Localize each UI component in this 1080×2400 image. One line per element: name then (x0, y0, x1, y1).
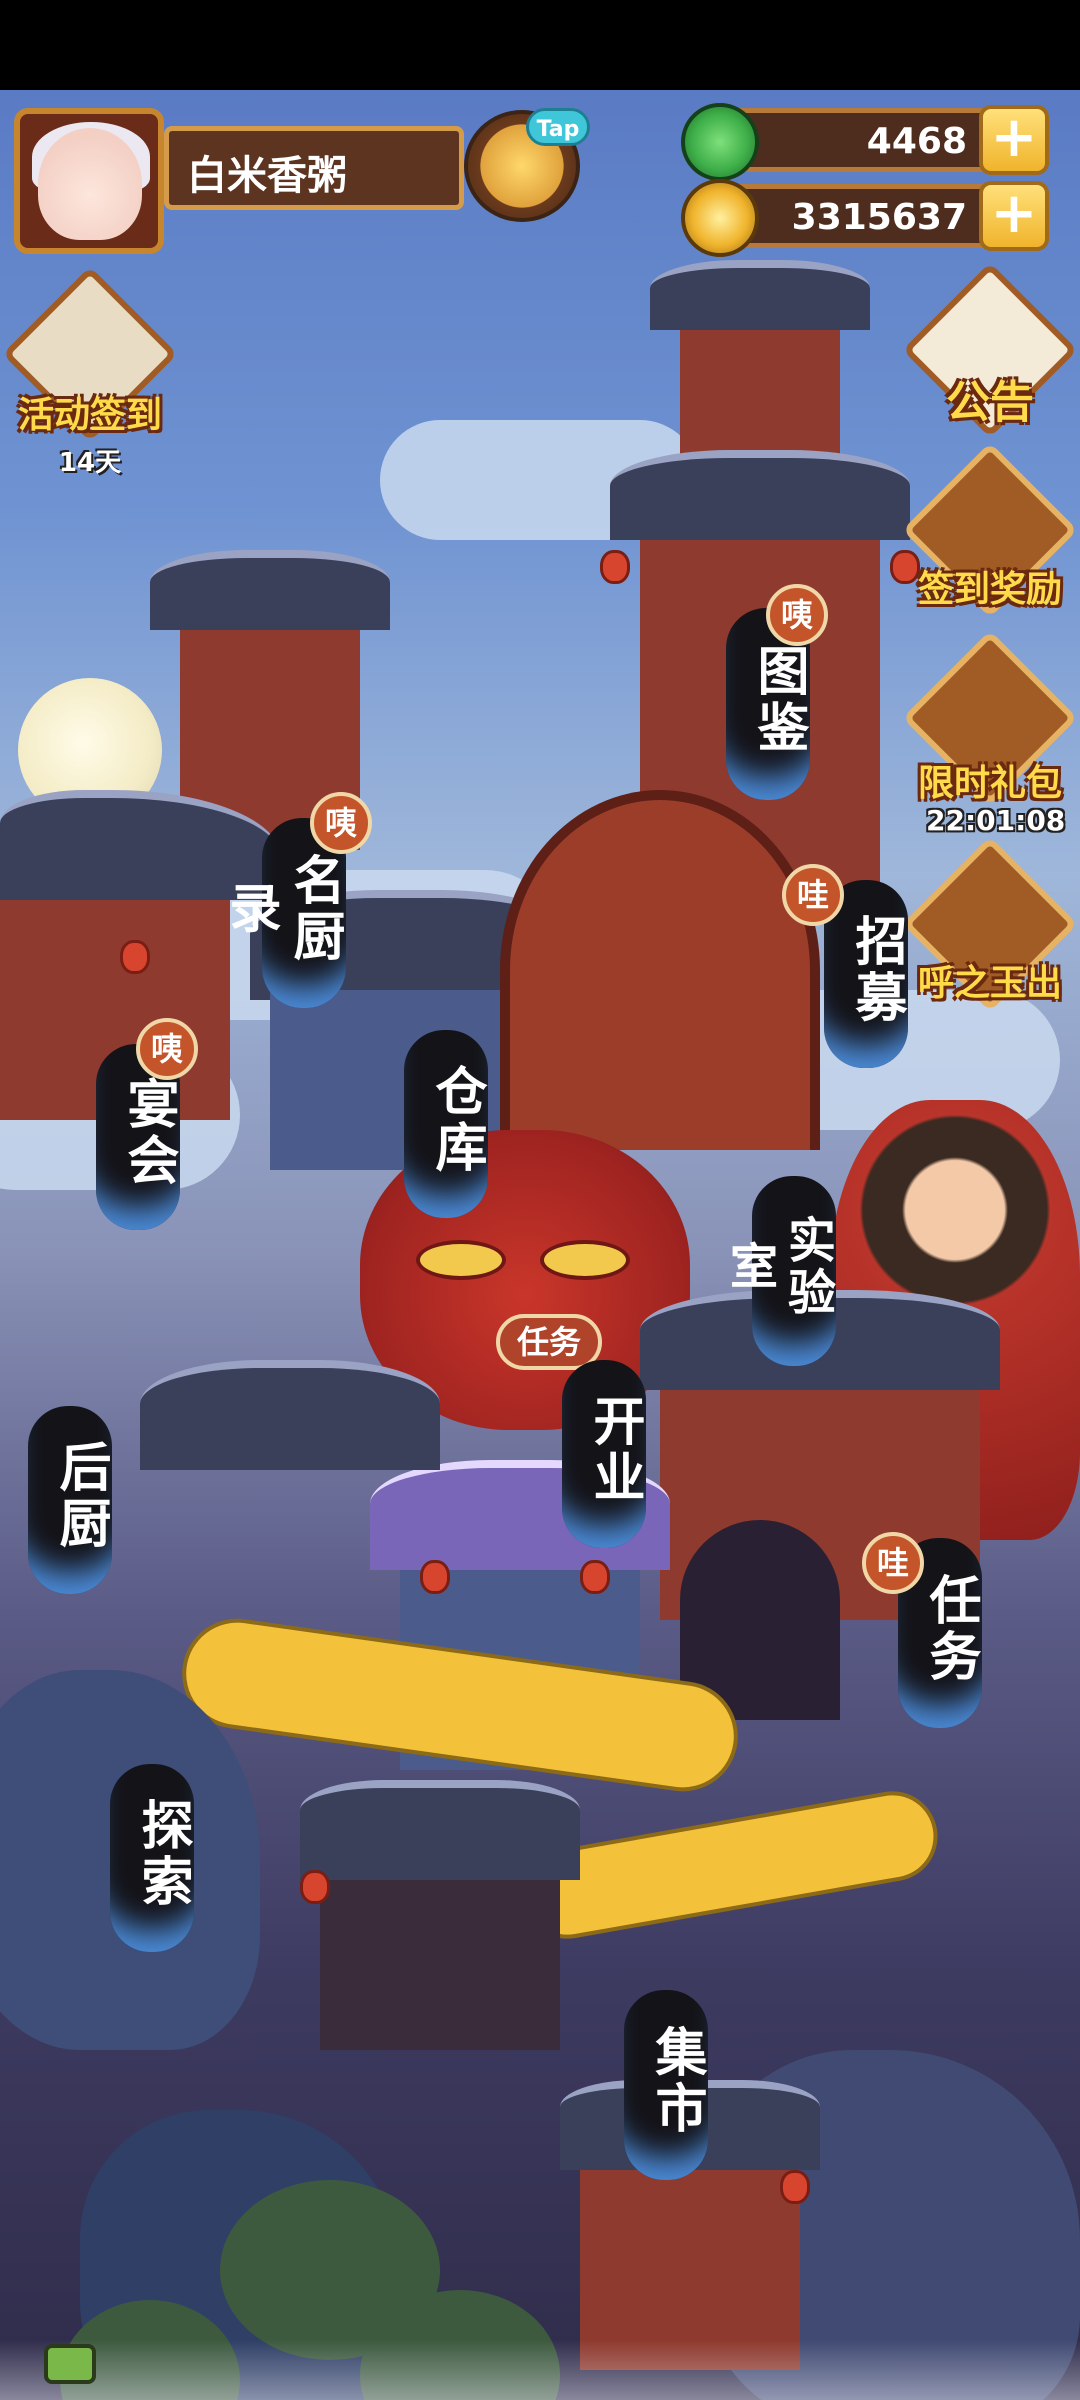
jade-amount: 4468 (866, 121, 967, 162)
location-label: 招募 (846, 914, 906, 1026)
left-gate-roof (140, 1360, 440, 1470)
jade-event-button[interactable]: 呼之玉出 (902, 836, 1078, 1016)
checkin-label: 活动签到 (17, 395, 162, 436)
bottom-roof (300, 1780, 580, 1880)
lion-eye (416, 1240, 506, 1280)
location-tansuo[interactable]: 探索 (110, 1764, 194, 1952)
location-badge: 哇 (862, 1532, 924, 1594)
location-label: 图鉴 (748, 644, 808, 756)
status-bar (0, 0, 1080, 90)
jade-event-label: 呼之玉出 (917, 963, 1062, 1004)
activity-checkin-button[interactable]: 活动签到 14天 (2, 266, 178, 492)
checkin-days: 14天 (58, 448, 122, 478)
add-jade-button[interactable]: + (979, 105, 1049, 175)
gift-timer: 22:01:08 (926, 804, 1066, 837)
lantern (120, 940, 150, 974)
lantern (300, 1870, 330, 1904)
bottom-wall (320, 1880, 560, 2050)
player-name: 白米香粥 (187, 153, 347, 199)
jade-icon (681, 103, 759, 181)
location-label: 开业 (584, 1394, 644, 1506)
bottom-mist (0, 2340, 1080, 2400)
coin-icon (681, 179, 759, 257)
jade-currency: 4468 + (681, 103, 1049, 181)
location-jishi[interactable]: 集市 (624, 1990, 708, 2180)
location-houchu[interactable]: 后厨 (28, 1406, 112, 1594)
player-card[interactable]: 白米香粥 (14, 108, 464, 254)
location-badge: 咦 (136, 1018, 198, 1080)
lantern (420, 1560, 450, 1594)
arched-bridge (500, 790, 820, 1150)
location-badge: 哇 (782, 864, 844, 926)
notice-button[interactable]: 公告 (902, 262, 1078, 442)
signin-reward-button[interactable]: 签到奖励 (902, 442, 1078, 622)
lantern (580, 1560, 610, 1594)
add-coin-button[interactable]: + (979, 181, 1049, 251)
bottom-left-handle[interactable] (44, 2344, 96, 2384)
player-avatar[interactable] (14, 108, 164, 254)
location-badge: 咦 (766, 584, 828, 646)
location-label: 仓库 (426, 1064, 486, 1176)
location-kaiye[interactable]: 开业 (562, 1360, 646, 1548)
coin-amount: 3315637 (791, 197, 967, 238)
location-badge: 咦 (310, 792, 372, 854)
tap-badge: Tap (526, 108, 590, 146)
avatar-face (38, 128, 142, 240)
notice-label: 公告 (946, 377, 1034, 428)
signin-reward-label: 签到奖励 (917, 569, 1062, 610)
location-label: 后厨 (50, 1440, 110, 1552)
limited-gift-label: 限时礼包 (917, 763, 1062, 804)
lantern (780, 2170, 810, 2204)
location-cangku[interactable]: 仓库 (404, 1030, 488, 1218)
coin-currency: 3315637 + (681, 179, 1049, 257)
task-pill[interactable]: 任务 (496, 1314, 602, 1370)
player-name-bar[interactable]: 白米香粥 (164, 126, 464, 210)
location-label: 集市 (646, 2025, 706, 2137)
location-label: 宴会 (118, 1077, 178, 1189)
location-label: 任务 (920, 1573, 980, 1685)
location-shiyan[interactable]: 实验室 (721, 1176, 836, 1366)
location-label: 探索 (132, 1798, 192, 1910)
lion-eye (540, 1240, 630, 1280)
